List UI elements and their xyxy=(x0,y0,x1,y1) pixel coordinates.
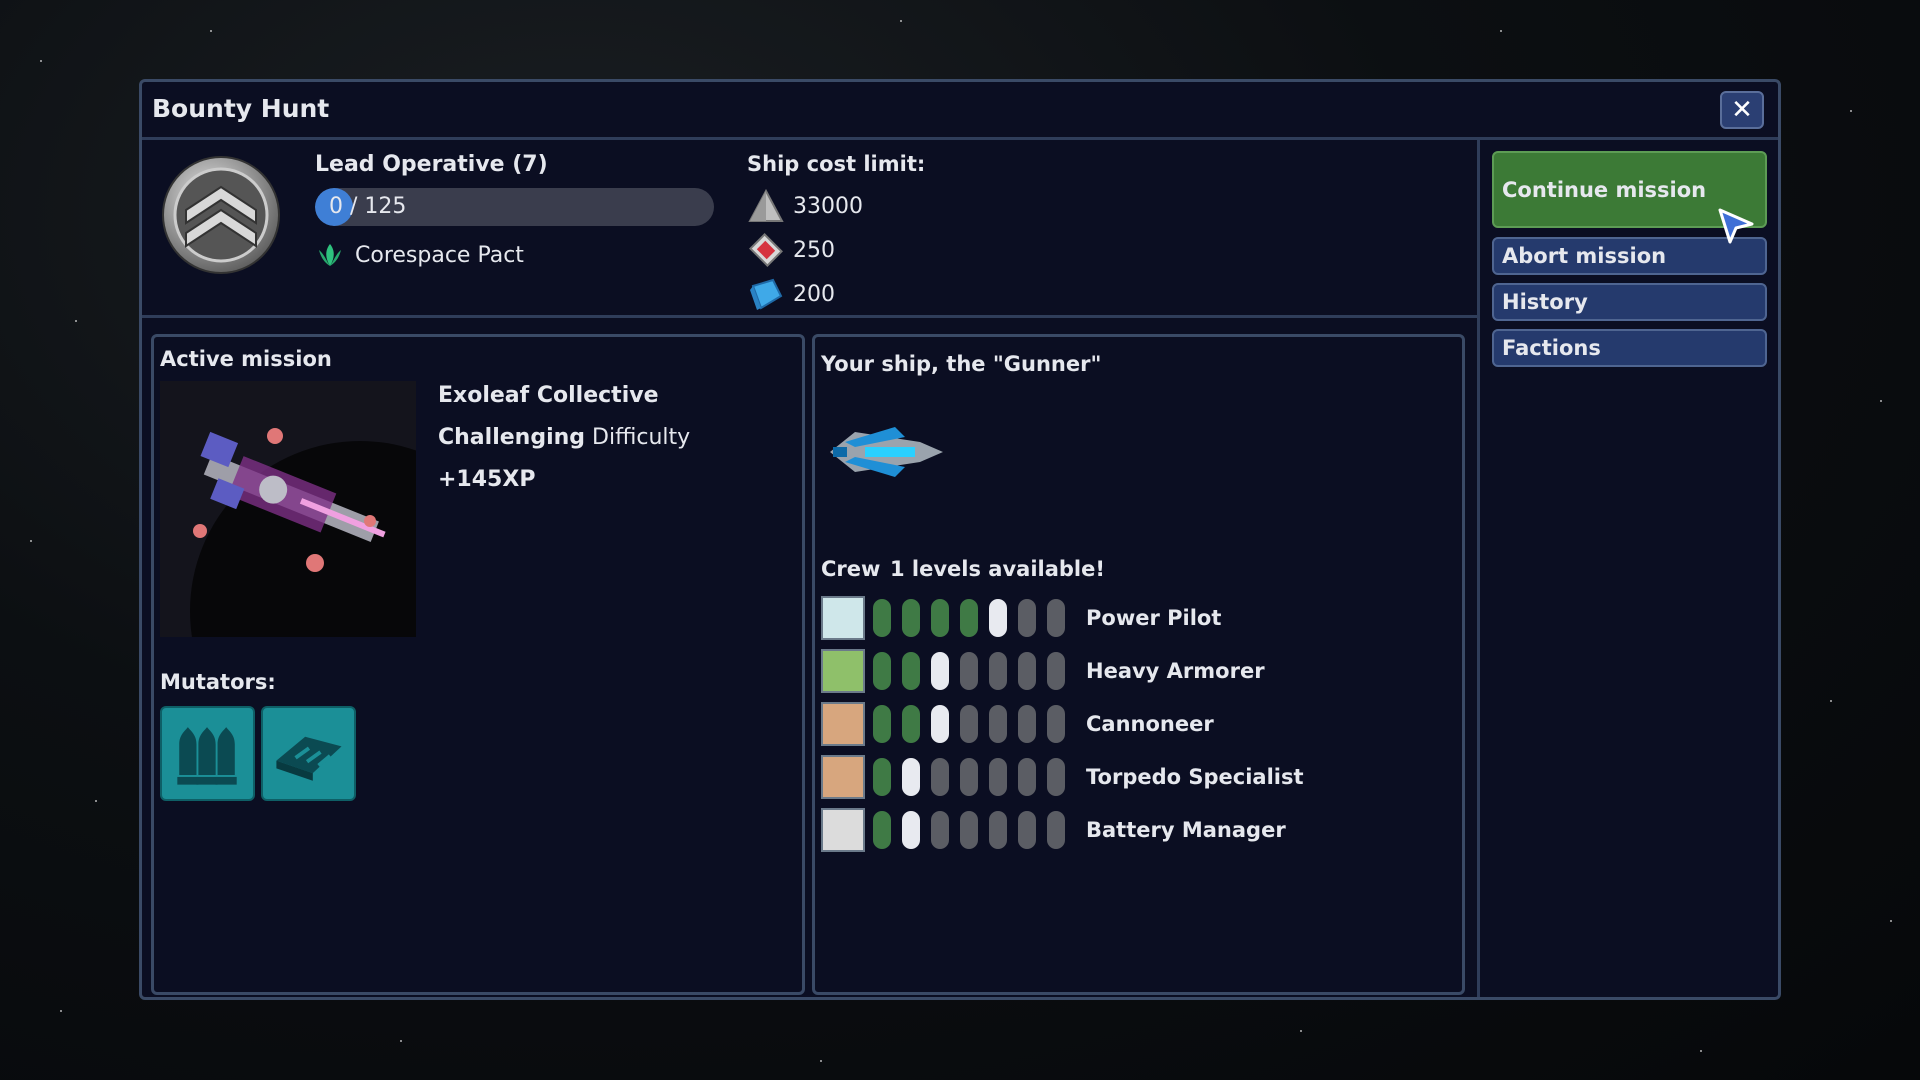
crew-level-pip xyxy=(1047,811,1065,849)
bounty-hunt-window: Bounty Hunt ✕ Lead Operative (7) 0 / 125 xyxy=(139,79,1781,1000)
crew-row[interactable]: Torpedo Specialist xyxy=(821,754,1304,800)
crew-levels-available: 1 levels available! xyxy=(890,557,1105,581)
crew-name: Battery Manager xyxy=(1086,818,1286,842)
torpedo-icon xyxy=(821,755,865,799)
crew-level-pip xyxy=(873,811,891,849)
crew-level-pip xyxy=(1047,758,1065,796)
ammo-mutator-icon[interactable] xyxy=(160,706,255,801)
crew-name: Torpedo Specialist xyxy=(1086,765,1304,789)
pilot-icon xyxy=(821,596,865,640)
crew-level-pip xyxy=(989,705,1007,743)
crew-level-pip xyxy=(1018,758,1036,796)
crew-level-pip xyxy=(902,758,920,796)
crew-level-pip xyxy=(902,652,920,690)
cost-value: 250 xyxy=(793,237,835,263)
ship-panel: Your ship, the "Gunner" Crew 1 levels av… xyxy=(812,334,1465,995)
crew-level-pip xyxy=(989,599,1007,637)
cost-row-red-crystal: 250 xyxy=(747,232,835,268)
crew-level-pip xyxy=(1018,652,1036,690)
crew-level-pip xyxy=(902,599,920,637)
crew-name: Heavy Armorer xyxy=(1086,659,1265,683)
active-mission-title: Active mission xyxy=(160,347,332,371)
cost-value: 33000 xyxy=(793,193,863,219)
crew-level-pip xyxy=(931,599,949,637)
window-titlebar: Bounty Hunt ✕ xyxy=(142,82,1778,140)
cost-row-blue-cube: 200 xyxy=(747,276,835,312)
ship-title: Your ship, the "Gunner" xyxy=(821,352,1102,376)
crew-level-pip xyxy=(931,705,949,743)
crew-level-pip xyxy=(989,758,1007,796)
difficulty-suffix: Difficulty xyxy=(585,425,691,450)
crew-level-pip xyxy=(873,652,891,690)
crew-level-pip xyxy=(989,652,1007,690)
crew-level-pip xyxy=(873,758,891,796)
crew-row[interactable]: Cannoneer xyxy=(821,701,1214,747)
crew-level-pip xyxy=(960,652,978,690)
difficulty-level: Challenging xyxy=(438,425,586,450)
crew-level-pip xyxy=(1018,599,1036,637)
crew-label: Crew xyxy=(821,557,881,581)
active-mission-panel: Active mission Exoleaf Collective Challe… xyxy=(151,334,805,995)
rank-title: Lead Operative (7) xyxy=(315,152,548,177)
xp-progress-text: 0 / 125 xyxy=(329,194,407,219)
crew-row[interactable]: Heavy Armorer xyxy=(821,648,1265,694)
crew-name: Cannoneer xyxy=(1086,712,1214,736)
cost-row-triangle: 33000 xyxy=(747,188,863,224)
mission-xp-reward: +145XP xyxy=(438,467,536,492)
operative-header: Lead Operative (7) 0 / 125 Corespace Pac… xyxy=(142,140,1477,318)
crew-row[interactable]: Battery Manager xyxy=(821,807,1286,853)
crew-level-pip xyxy=(1047,599,1065,637)
faction-name: Corespace Pact xyxy=(355,242,524,268)
crew-level-pip xyxy=(873,599,891,637)
crew-level-pip xyxy=(1018,705,1036,743)
faction-row: Corespace Pact xyxy=(315,240,524,270)
battery-icon xyxy=(821,808,865,852)
cannon-icon xyxy=(821,702,865,746)
crew-name: Power Pilot xyxy=(1086,606,1222,630)
crew-level-pip xyxy=(989,811,1007,849)
crew-row[interactable]: Power Pilot xyxy=(821,595,1221,641)
crew-level-pip xyxy=(960,811,978,849)
gunner-ship-image xyxy=(830,427,943,477)
crew-level-pip xyxy=(1018,811,1036,849)
window-title: Bounty Hunt xyxy=(152,94,330,123)
crew-level-pip xyxy=(931,811,949,849)
crew-level-pip xyxy=(960,758,978,796)
crew-level-pip xyxy=(931,758,949,796)
crew-level-pip xyxy=(960,705,978,743)
exoleaf-station-image xyxy=(160,381,416,637)
factions-button[interactable]: Factions xyxy=(1492,329,1767,367)
crew-level-pip xyxy=(1047,705,1065,743)
mission-difficulty: Challenging Difficulty xyxy=(438,425,690,450)
ship-cost-label: Ship cost limit: xyxy=(747,152,926,176)
cost-value: 200 xyxy=(793,281,835,307)
mutators-label: Mutators: xyxy=(160,670,276,694)
red-crystal-resource-icon xyxy=(749,233,783,267)
crew-level-pip xyxy=(960,599,978,637)
crew-level-pip xyxy=(902,705,920,743)
xp-progress-bar: 0 / 125 xyxy=(315,188,714,226)
armor-plate-mutator-icon[interactable] xyxy=(261,706,356,801)
crew-level-pip xyxy=(873,705,891,743)
crew-level-pip xyxy=(931,652,949,690)
history-button[interactable]: History xyxy=(1492,283,1767,321)
mouse-cursor-icon xyxy=(1718,208,1754,244)
main-area: Lead Operative (7) 0 / 125 Corespace Pac… xyxy=(142,140,1477,997)
blue-cube-resource-icon xyxy=(750,278,783,310)
corespace-pact-faction-icon xyxy=(319,244,341,266)
side-menu: Continue mission Abort mission History F… xyxy=(1477,140,1778,997)
rank-chevron-icon xyxy=(162,156,280,274)
triangle-resource-icon xyxy=(748,188,784,222)
crew-level-pip xyxy=(902,811,920,849)
crew-level-pip xyxy=(1047,652,1065,690)
armor-icon xyxy=(821,649,865,693)
close-button[interactable]: ✕ xyxy=(1720,91,1764,129)
mission-name: Exoleaf Collective xyxy=(438,383,659,408)
